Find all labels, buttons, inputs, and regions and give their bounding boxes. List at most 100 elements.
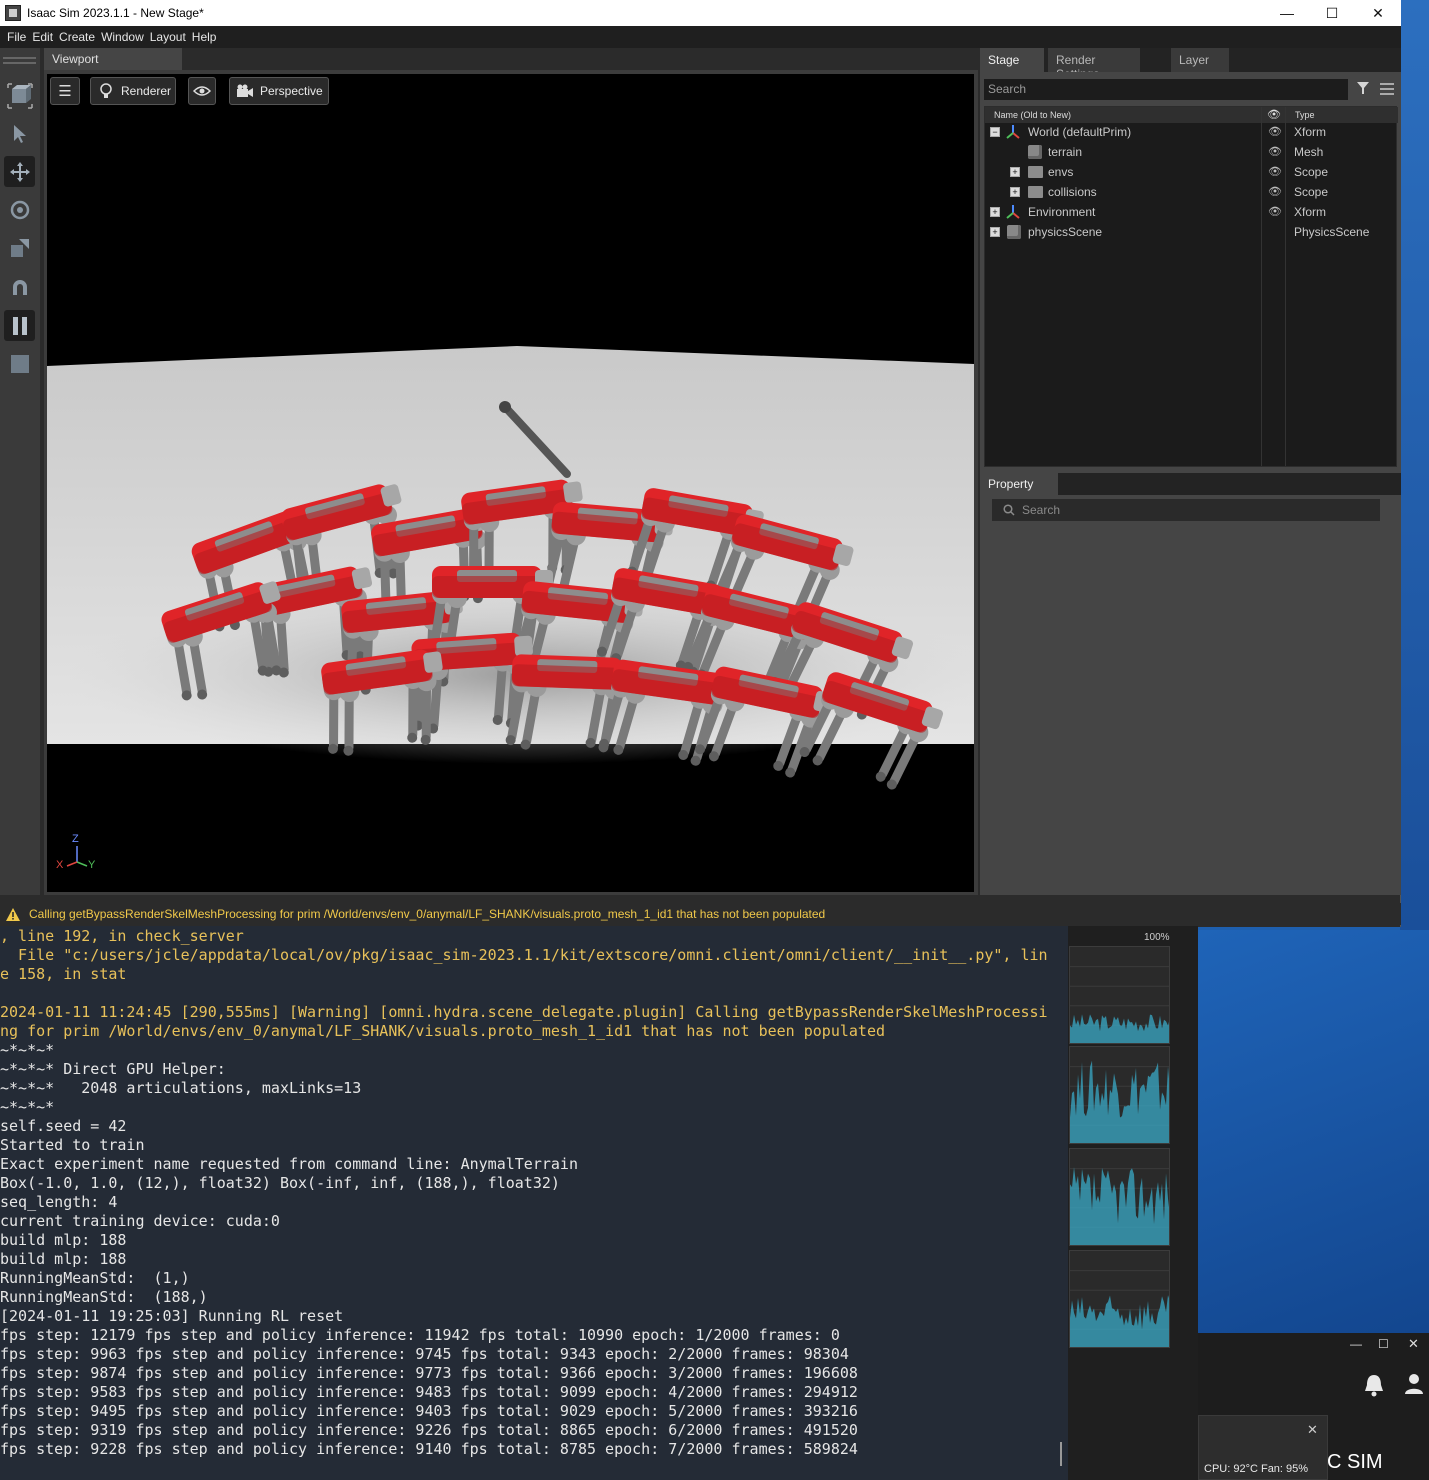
lightbulb-icon bbox=[97, 82, 115, 100]
stage-search-input[interactable]: Search bbox=[984, 79, 1348, 100]
physics-scene-icon bbox=[1007, 225, 1021, 239]
terminal-line: fps step: 9495 fps step and policy infer… bbox=[0, 1402, 858, 1420]
terminal-line: RunningMeanStd: (188,) bbox=[0, 1288, 208, 1306]
scale-tool-icon[interactable] bbox=[4, 232, 35, 263]
move-tool-icon[interactable] bbox=[4, 156, 35, 187]
xform-icon bbox=[1006, 205, 1020, 219]
tree-row-collisions[interactable]: + collisions 👁 Scope bbox=[985, 182, 1396, 202]
expand-toggle-icon[interactable]: + bbox=[1010, 187, 1020, 197]
terminal-line: fps step: 9874 fps step and policy infer… bbox=[0, 1364, 858, 1382]
terminal-line: Started to train bbox=[0, 1136, 145, 1154]
minimize-button[interactable]: — bbox=[1264, 0, 1310, 26]
menu-help[interactable]: Help bbox=[192, 30, 217, 44]
tree-row-terrain[interactable]: terrain 👁 Mesh bbox=[985, 142, 1396, 162]
usage-graph-3 bbox=[1069, 1148, 1170, 1246]
visibility-eye-icon[interactable]: 👁 bbox=[1268, 185, 1282, 198]
stop-icon[interactable] bbox=[4, 348, 35, 379]
tab-property[interactable]: Property bbox=[980, 473, 1058, 495]
select-arrow-icon[interactable] bbox=[4, 118, 35, 149]
tree-item-label: collisions bbox=[1048, 185, 1097, 199]
tab-viewport[interactable]: Viewport bbox=[44, 48, 182, 70]
renderer-label: Renderer bbox=[121, 84, 172, 98]
visibility-button[interactable] bbox=[188, 77, 216, 105]
select-mode-icon[interactable] bbox=[4, 80, 35, 111]
scene-render bbox=[47, 346, 974, 790]
visibility-eye-icon[interactable]: 👁 bbox=[1268, 125, 1282, 138]
tree-item-label: World (defaultPrim) bbox=[1028, 125, 1132, 139]
tree-row-environment[interactable]: + Environment 👁 Xform bbox=[985, 202, 1396, 222]
menu-window[interactable]: Window bbox=[101, 30, 144, 44]
axis-y-label: Y bbox=[88, 859, 96, 871]
terminal-line: fps step: 12179 fps step and policy infe… bbox=[0, 1326, 840, 1344]
snap-magnet-icon[interactable] bbox=[4, 272, 35, 303]
mesh-icon bbox=[1028, 145, 1042, 159]
terminal-line: , line 192, in check_server bbox=[0, 927, 244, 945]
camera-label: Perspective bbox=[260, 84, 323, 98]
column-type-header[interactable]: Type bbox=[1295, 110, 1315, 120]
expand-toggle-icon[interactable]: + bbox=[990, 207, 1000, 217]
tree-row-envs[interactable]: + envs 👁 Scope bbox=[985, 162, 1396, 182]
pause-icon[interactable] bbox=[4, 310, 35, 341]
desktop-background bbox=[1400, 0, 1429, 930]
renderer-button[interactable]: Renderer bbox=[90, 77, 176, 105]
app-name-text: C SIM bbox=[1327, 1451, 1383, 1473]
terminal-line: File "c:/users/jcle/appdata/local/ov/pkg… bbox=[0, 946, 1048, 964]
tab-layer[interactable]: Layer bbox=[1171, 48, 1229, 72]
maximize-button[interactable]: ☐ bbox=[1309, 0, 1355, 26]
tree-item-label: envs bbox=[1048, 165, 1074, 179]
visibility-eye-icon[interactable]: 👁 bbox=[1268, 145, 1282, 158]
close-icon[interactable]: ✕ bbox=[1408, 1336, 1419, 1352]
viewport-canvas[interactable]: ☰ Renderer Perspective Z X Y bbox=[47, 74, 974, 892]
terminal-line: self.seed = 42 bbox=[0, 1117, 127, 1135]
app-icon bbox=[5, 5, 21, 21]
menu-edit[interactable]: Edit bbox=[32, 30, 53, 44]
visibility-eye-icon[interactable]: 👁 bbox=[1268, 205, 1282, 218]
terminal-line: seq_length: 4 bbox=[0, 1193, 118, 1211]
tab-stage[interactable]: Stage bbox=[980, 48, 1044, 72]
column-name-header[interactable]: Name (Old to New) bbox=[994, 110, 1071, 120]
tree-item-label: terrain bbox=[1048, 145, 1083, 159]
cpu-status-text: CPU: 92°C Fan: 95% bbox=[1204, 1463, 1309, 1475]
tree-item-type: Scope bbox=[1294, 185, 1329, 199]
xform-icon bbox=[1006, 125, 1020, 139]
camera-button[interactable]: Perspective bbox=[229, 77, 329, 105]
menu-file[interactable]: File bbox=[7, 30, 26, 44]
collapse-toggle-icon[interactable]: − bbox=[990, 127, 1000, 137]
axis-z-label: Z bbox=[72, 833, 79, 845]
menu-create[interactable]: Create bbox=[59, 30, 95, 44]
terminal-window[interactable]: , line 192, in check_server File "c:/use… bbox=[0, 926, 1068, 1480]
options-menu-icon[interactable] bbox=[1380, 82, 1394, 100]
minimize-icon[interactable]: — bbox=[1350, 1337, 1362, 1351]
axis-x-label: X bbox=[56, 859, 64, 871]
left-toolbar bbox=[0, 48, 40, 895]
tree-item-type: Scope bbox=[1294, 165, 1329, 179]
folder-icon bbox=[1028, 186, 1043, 198]
tab-render-settings[interactable]: Render Settings bbox=[1048, 48, 1140, 81]
rotate-tool-icon[interactable] bbox=[4, 194, 35, 225]
filter-icon[interactable] bbox=[1356, 81, 1370, 98]
tree-row-physicsscene[interactable]: + physicsScene PhysicsScene bbox=[985, 222, 1396, 242]
terminal-line: ~*~*~* bbox=[0, 1041, 55, 1059]
terminal-line: fps step: 9963 fps step and policy infer… bbox=[0, 1345, 849, 1363]
user-icon[interactable] bbox=[1404, 1373, 1424, 1395]
close-popup-icon[interactable]: ✕ bbox=[1307, 1422, 1318, 1438]
terminal-line: ~*~*~* Direct GPU Helper: bbox=[0, 1060, 226, 1078]
bell-icon[interactable] bbox=[1363, 1373, 1385, 1397]
title-bar[interactable]: Isaac Sim 2023.1.1 - New Stage* — ☐ ✕ bbox=[0, 0, 1401, 26]
visibility-eye-icon[interactable]: 👁 bbox=[1268, 165, 1282, 178]
property-panel bbox=[980, 495, 1401, 895]
sliders-icon: ☰ bbox=[58, 83, 72, 100]
menu-layout[interactable]: Layout bbox=[150, 30, 186, 44]
close-button[interactable]: ✕ bbox=[1355, 0, 1401, 26]
maximize-icon[interactable]: ☐ bbox=[1378, 1337, 1389, 1351]
tree-row-world[interactable]: − World (defaultPrim) 👁 Xform bbox=[985, 122, 1396, 142]
property-search-input[interactable]: Search bbox=[992, 499, 1380, 521]
text-cursor bbox=[1060, 1442, 1062, 1466]
expand-toggle-icon[interactable]: + bbox=[1010, 167, 1020, 177]
viewport-settings-button[interactable]: ☰ bbox=[50, 77, 80, 105]
window-title: Isaac Sim 2023.1.1 - New Stage* bbox=[27, 6, 204, 20]
terminal-line: Exact experiment name requested from com… bbox=[0, 1155, 578, 1173]
expand-toggle-icon[interactable]: + bbox=[990, 227, 1000, 237]
property-tab-strip: Property bbox=[980, 473, 1401, 495]
terminal-line: [2024-01-11 19:25:03] Running RL reset bbox=[0, 1307, 344, 1325]
